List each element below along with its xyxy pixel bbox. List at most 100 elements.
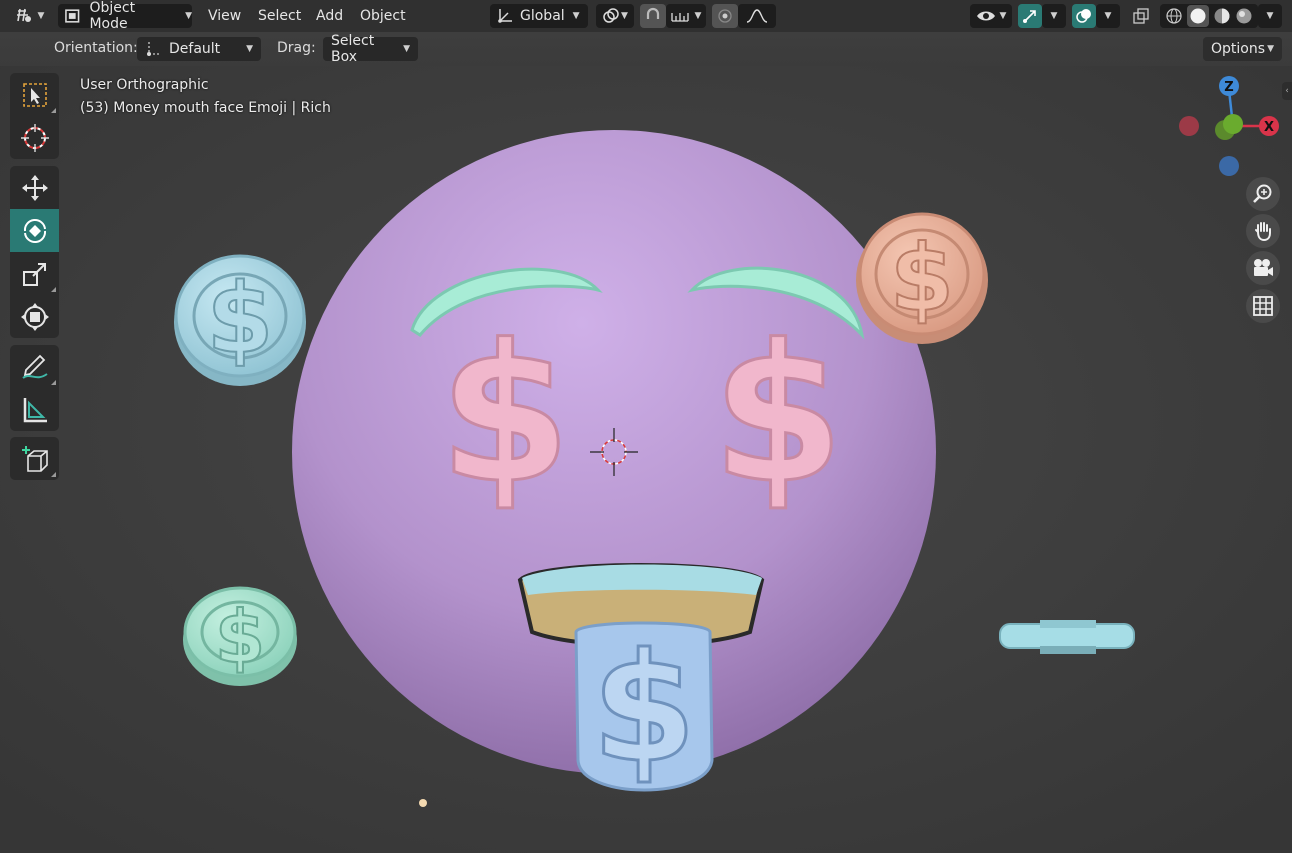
snap-increment-icon <box>670 13 689 22</box>
mode-dropdown[interactable]: Object Mode ▼ <box>58 0 192 32</box>
view-name: User Orthographic <box>80 77 209 93</box>
x-axis-label: X <box>1264 120 1274 135</box>
annotate-tool[interactable] <box>10 345 59 388</box>
navigation-gizmo[interactable]: Z X <box>1170 72 1286 180</box>
right-dollar-eye: $ <box>712 304 844 525</box>
measure-tool[interactable] <box>10 388 59 431</box>
material-shading-icon[interactable] <box>1213 7 1231 25</box>
menu-object[interactable]: Object <box>352 4 414 28</box>
camera-view-button[interactable] <box>1246 251 1280 285</box>
options-label: Options <box>1211 41 1266 57</box>
z-axis-label: Z <box>1224 80 1233 95</box>
pivot-icon <box>603 8 619 23</box>
svg-text:$: $ <box>215 595 265 679</box>
left-eyebrow <box>410 267 603 337</box>
menu-select[interactable]: Select <box>250 4 309 28</box>
rendered-shading-icon[interactable] <box>1235 7 1253 25</box>
falloff-curve-icon <box>746 9 768 23</box>
wireframe-shading-icon[interactable] <box>1165 7 1183 25</box>
viewport-scene: $ $ $ $ $ $ <box>0 66 1292 853</box>
coin-mint: $ <box>183 586 297 686</box>
drag-dropdown[interactable]: Select Box ▼ <box>323 33 418 65</box>
emoji-face <box>292 130 936 774</box>
chevron-left-icon: ‹ <box>1285 86 1289 96</box>
object-info: (53) Money mouth face Emoji | Rich <box>80 100 331 116</box>
zoom-button[interactable] <box>1246 177 1280 211</box>
transform-orientation-dropdown[interactable]: Global ▼ <box>490 4 588 28</box>
add-cube-icon <box>21 445 48 472</box>
cursor-tool[interactable] <box>10 116 59 159</box>
shading-dropdown[interactable]: ▼ <box>1258 4 1282 28</box>
xray-toggle[interactable] <box>1128 4 1154 28</box>
transform-icon <box>20 302 49 331</box>
upper-teeth <box>522 564 762 595</box>
options-dropdown[interactable]: Options ▼ <box>1203 37 1282 61</box>
select-tool-group <box>10 73 59 159</box>
svg-text:$: $ <box>890 225 954 332</box>
mouth <box>517 563 765 648</box>
tongue <box>574 621 714 792</box>
transform-orientation-icon <box>498 9 512 23</box>
add-tool-group <box>10 437 59 480</box>
light-origin-dot <box>419 799 427 807</box>
transform-tool[interactable] <box>10 295 59 338</box>
solid-shading-icon <box>1190 8 1206 24</box>
orientation-gizmo-icon <box>147 42 159 56</box>
move-tool[interactable] <box>10 166 59 209</box>
orientation-dropdown[interactable]: Default ▼ <box>137 37 261 61</box>
editor-type-button[interactable]: ▼ <box>8 4 50 28</box>
overlay-dropdown[interactable]: ▼ <box>1096 4 1120 28</box>
editor-type-icon <box>16 8 31 22</box>
zoom-icon <box>1253 184 1272 203</box>
shading-mode-group <box>1160 4 1258 28</box>
visibility-dropdown[interactable]: ▼ <box>970 4 1012 28</box>
overlay-toggle[interactable] <box>1072 4 1096 28</box>
proportional-edit-icon <box>718 9 732 23</box>
tool-settings-bar: Orientation: Default ▼ Drag: Select Box … <box>0 32 1292 66</box>
snap-toggle[interactable] <box>640 4 666 28</box>
pan-button[interactable] <box>1246 214 1280 248</box>
y-axis[interactable] <box>1223 114 1243 134</box>
object-mode-icon <box>65 9 80 23</box>
chevron-down-icon: ▼ <box>694 11 702 21</box>
proportional-falloff-dropdown[interactable] <box>738 4 776 28</box>
select-box-tool[interactable] <box>10 73 59 116</box>
annotate-icon <box>21 354 48 379</box>
viewport-header: ▼ Object Mode ▼ View Select Add Object G… <box>0 0 1292 32</box>
transform-orientation-label: Global <box>520 8 565 24</box>
scale-icon <box>22 262 46 286</box>
sidebar-toggle[interactable]: ‹ <box>1282 82 1292 100</box>
solid-shading-button[interactable] <box>1187 5 1209 27</box>
menu-add[interactable]: Add <box>308 4 351 28</box>
move-icon <box>21 174 48 201</box>
chevron-down-icon: ▼ <box>1104 11 1112 21</box>
chevron-down-icon: ▼ <box>1266 11 1274 21</box>
rotate-tool[interactable] <box>10 209 59 252</box>
coin-orange: $ <box>856 212 988 344</box>
chevron-down-icon: ▼ <box>185 11 192 21</box>
chevron-down-icon: ▼ <box>37 11 45 21</box>
toggle-perspective-button[interactable] <box>1246 289 1280 323</box>
gizmo-dropdown[interactable]: ▼ <box>1042 4 1066 28</box>
neg-x-axis[interactable] <box>1179 116 1199 136</box>
coin-blue: $ <box>174 254 306 386</box>
add-cube-tool[interactable] <box>10 437 59 480</box>
chevron-down-icon: ▼ <box>1050 11 1058 21</box>
transform-tool-group <box>10 166 59 338</box>
chevron-down-icon: ▼ <box>1267 44 1274 54</box>
scale-tool[interactable] <box>10 252 59 295</box>
left-dollar-eye: $ <box>439 304 571 525</box>
proportional-edit-toggle[interactable] <box>712 4 738 28</box>
overlay-icon <box>1076 9 1091 23</box>
menu-view[interactable]: View <box>200 4 249 28</box>
drag-value: Select Box <box>331 33 375 65</box>
gizmo-toggle[interactable] <box>1018 4 1042 28</box>
svg-text:$: $ <box>207 263 274 375</box>
orientation-value: Default <box>169 41 221 57</box>
drag-label: Drag: <box>277 40 316 56</box>
right-eyebrow <box>687 266 865 340</box>
snap-target-dropdown[interactable]: ▼ <box>666 4 706 28</box>
pivot-point-dropdown[interactable]: ▼ <box>596 4 634 28</box>
neg-z-axis[interactable] <box>1219 156 1239 176</box>
camera-icon <box>1254 259 1273 276</box>
